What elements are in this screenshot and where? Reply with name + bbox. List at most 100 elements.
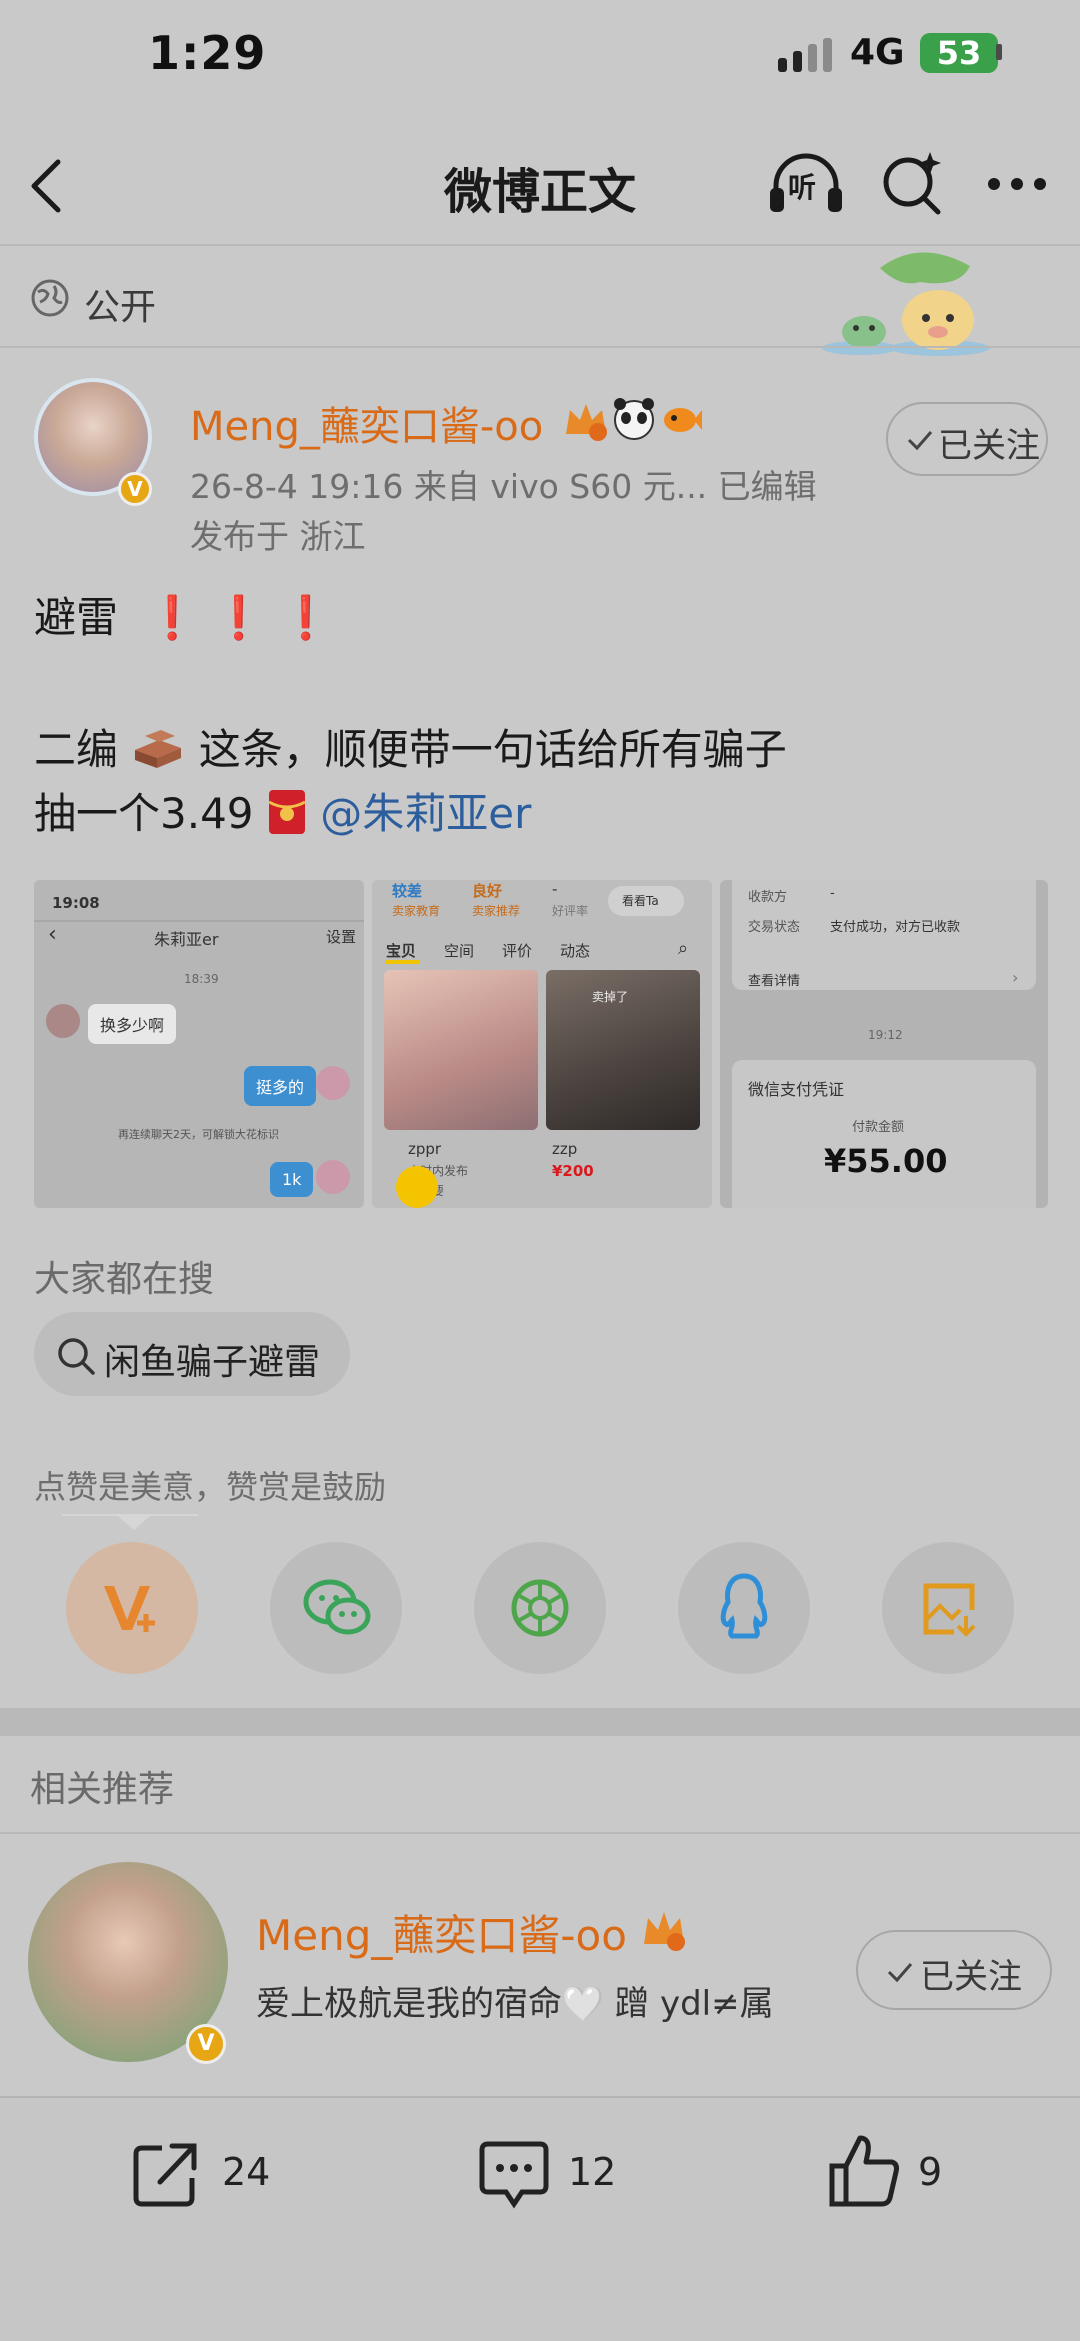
post-line-1-text: 避雷 <box>34 593 119 642</box>
qq-icon <box>720 1573 768 1639</box>
check-icon <box>907 431 933 451</box>
mention-link[interactable]: @朱莉亚er <box>320 789 531 838</box>
bricks-icon <box>135 730 182 768</box>
visibility-label: 公开 <box>84 287 157 328</box>
img1-msg3: 1k <box>270 1162 314 1197</box>
author-name[interactable]: Meng_蘸奕口酱-oo <box>190 394 543 452</box>
img3-amount-value: ¥55.00 <box>824 1142 948 1180</box>
touch-indicator <box>396 1166 438 1208</box>
img2-item1-photo <box>384 970 538 1130</box>
related-verified-badge: V <box>186 2024 226 2064</box>
share-qq-button[interactable] <box>678 1542 810 1674</box>
reward-button[interactable] <box>66 1542 198 1674</box>
related-follow-button[interactable]: 已关注 <box>856 1930 1052 2010</box>
img1-avatar-right <box>316 1066 350 1100</box>
battery-cap <box>996 44 1002 60</box>
post-line-2: 二编 这条，顺便带一句话给所有骗子 <box>34 716 787 777</box>
img3-amount-label: 付款金额 <box>852 1120 905 1135</box>
img2-search-icon: ⌕ <box>678 938 689 959</box>
post-location: 发布于 浙江 <box>190 517 366 556</box>
trending-title: 大家都在搜 <box>34 1259 215 1300</box>
img2-item2-label: zzp <box>552 1140 578 1158</box>
img2-tab-3: 动态 <box>560 942 591 960</box>
img2-tab-2: 评价 <box>502 942 533 960</box>
trending-query[interactable]: 闲鱼骗子避雷 <box>104 1333 320 1385</box>
img3-status-label: 交易状态 <box>748 920 801 935</box>
listen-label: 听 <box>788 171 817 204</box>
comment-icon <box>479 2141 549 2209</box>
img3-payee-label: 收款方 <box>748 890 788 905</box>
listen-button[interactable]: 听 <box>768 150 844 216</box>
follow-button[interactable]: 已关注 <box>886 402 1048 476</box>
post-image-chat[interactable]: 19:08 ‹ 朱莉亚er 设置 18:39 换多少啊 挺多的 再连续聊天2天，… <box>34 880 364 1208</box>
img3-status-value: 支付成功，对方已收款 <box>830 920 961 935</box>
related-user-desc: 爱上极航是我的宿命🤍 蹭 ydl≠属 <box>256 1984 774 2024</box>
section-separator <box>0 1708 1080 1736</box>
moments-icon <box>511 1579 569 1637</box>
verified-badge: V <box>118 472 152 506</box>
save-image-button[interactable] <box>882 1542 1014 1674</box>
img2-see-ta-button: 看看Ta <box>608 886 684 916</box>
thumbs-up-icon <box>829 2135 899 2207</box>
network-type: 4G <box>850 32 905 73</box>
praise-tooltip-arrow <box>118 1516 150 1530</box>
post-line-2-text: 二编 <box>34 725 119 774</box>
repost-count: 24 <box>222 2150 271 2194</box>
img2-photo-tag: 卖掉了 <box>592 990 629 1004</box>
img1-settings: 设置 <box>326 928 357 946</box>
related-follow-label: 已关注 <box>920 1957 1022 1997</box>
follow-label: 已关注 <box>938 426 1040 466</box>
share-wechat-button[interactable] <box>270 1542 402 1674</box>
related-divider <box>0 1832 1080 1834</box>
post-image-payment[interactable]: 收款方 - 交易状态 支付成功，对方已收款 查看详情 › 19:12 微信支付凭… <box>720 880 1048 1208</box>
exclamation-icon: ❗ ❗ ❗ <box>131 593 333 642</box>
img3-stamp: 19:12 <box>868 1028 903 1042</box>
img2-tab-0: 宝贝 <box>386 942 417 960</box>
praise-label: 点赞是美意，赞赏是鼓励 <box>34 1468 387 1506</box>
repost-icon <box>133 2143 197 2207</box>
red-envelope-icon <box>268 790 306 834</box>
img3-voucher-title: 微信支付凭证 <box>748 1080 845 1099</box>
wechat-icon <box>303 1579 371 1635</box>
cartoon-sticker-icon <box>822 252 990 356</box>
img2-item2-price: ¥200 <box>552 1162 594 1180</box>
post-meta: 26-8-4 19:16 来自 vivo S60 元... 已编辑 <box>190 467 817 506</box>
post-line-3: 抽一个3.49 @朱莉亚er <box>34 780 531 841</box>
globe-icon <box>31 279 69 317</box>
related-user-name[interactable]: Meng_蘸奕口酱-oo <box>256 1902 627 1963</box>
img2-stat3-a: - <box>552 880 558 898</box>
img1-notice: 再连续聊天2天，可解锁大花标识 <box>118 1128 279 1141</box>
img2-tab-underline <box>386 960 420 964</box>
img2-item1-label: zppr <box>408 1140 442 1158</box>
img2-see-ta: 看看Ta <box>622 894 659 908</box>
img3-payee-value: - <box>830 886 835 901</box>
search-icon <box>58 1338 95 1375</box>
post-line-3-text: 抽一个3.49 <box>34 789 254 838</box>
share-moments-button[interactable] <box>474 1542 606 1674</box>
img1-back-icon: ‹ <box>48 922 57 947</box>
status-time: 1:29 <box>148 26 267 80</box>
img2-tab-1: 空间 <box>444 942 475 960</box>
nav-divider <box>0 244 1080 246</box>
img3-detail-link: 查看详情 <box>748 974 801 989</box>
user-badges-icon <box>566 398 702 441</box>
img1-avatar-right-2 <box>316 1160 350 1194</box>
img1-time: 19:08 <box>52 894 100 912</box>
img1-avatar-left <box>46 1004 80 1038</box>
signal-icon <box>778 38 832 72</box>
search-sparkle-icon[interactable] <box>880 150 944 216</box>
related-title: 相关推荐 <box>30 1769 175 1810</box>
battery-indicator: 53 <box>920 33 998 73</box>
img2-stat2-a: 良好 <box>472 882 503 900</box>
check-icon <box>887 1963 913 1983</box>
img1-msg1: 换多少啊 <box>88 1004 177 1044</box>
img1-divider <box>34 920 364 922</box>
img2-stat3-b: 好评率 <box>552 904 589 918</box>
img1-msg2: 挺多的 <box>244 1066 317 1106</box>
post-line-1: 避雷 ❗ ❗ ❗ <box>34 584 332 645</box>
img3-chevron-icon: › <box>1012 968 1019 987</box>
save-image-icon <box>923 1583 976 1637</box>
img2-stat1-a: 较差 <box>392 882 423 900</box>
more-options-icon[interactable] <box>986 176 1048 192</box>
post-image-shop[interactable]: 较差 卖家教育 良好 卖家推荐 - 好评率 看看Ta 宝贝 空间 评价 动态 ⌕… <box>372 880 712 1208</box>
